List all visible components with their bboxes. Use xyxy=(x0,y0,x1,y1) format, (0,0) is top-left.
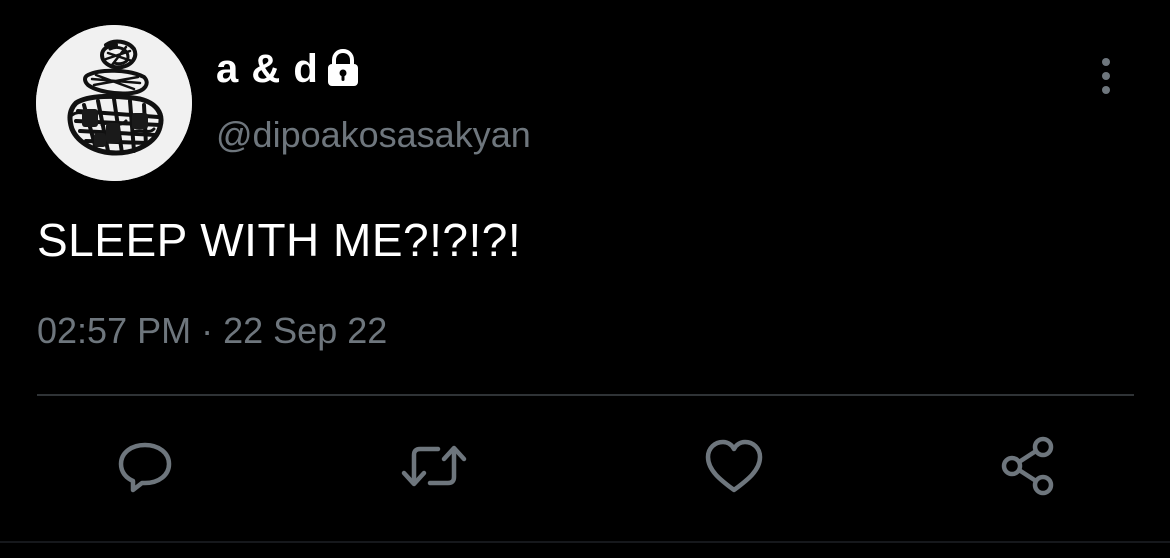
display-name-row: a & d xyxy=(216,44,361,94)
user-handle[interactable]: @dipoakosasakyan xyxy=(216,110,531,160)
tweet-date: 22 Sep 22 xyxy=(223,310,388,351)
lock-icon xyxy=(325,48,361,89)
avatar[interactable] xyxy=(36,25,192,181)
tweet-actions-bar xyxy=(0,430,1170,502)
reply-button[interactable] xyxy=(109,430,181,502)
share-icon xyxy=(1001,436,1054,496)
more-options-icon[interactable] xyxy=(1094,56,1118,96)
tweet-time: 02:57 PM xyxy=(37,310,192,351)
retweet-icon xyxy=(401,445,467,487)
avatar-image xyxy=(36,25,192,181)
tweet-card: a & d @dipoakosasakyan SLEEP WITH ME?!?!… xyxy=(0,0,1170,558)
bottom-divider xyxy=(0,541,1170,543)
divider xyxy=(37,394,1134,396)
tweet-timestamp[interactable]: 02:57 PM · 22 Sep 22 xyxy=(37,306,387,356)
retweet-button[interactable] xyxy=(398,430,470,502)
comment-bubble-icon xyxy=(118,442,172,493)
display-name[interactable]: a & d xyxy=(216,44,319,94)
tweet-text: SLEEP WITH ME?!?!?! xyxy=(37,214,522,266)
timestamp-separator: · xyxy=(201,310,214,351)
share-button[interactable] xyxy=(993,430,1065,502)
like-button[interactable] xyxy=(698,430,770,502)
heart-icon xyxy=(705,439,763,493)
